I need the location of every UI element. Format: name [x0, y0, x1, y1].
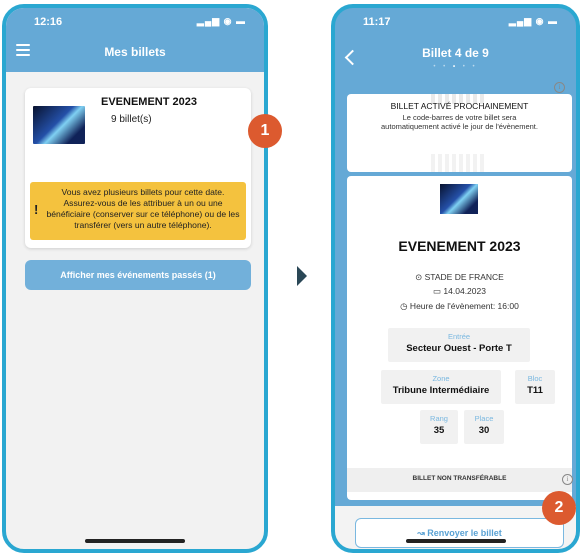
- rang-value: 35: [433, 425, 445, 436]
- step-badge-1: 1: [248, 114, 282, 148]
- ticket-title: Billet 4 de 9: [422, 46, 489, 60]
- warning-banner: ! Vous avez plusieurs billets pour cette…: [30, 182, 246, 240]
- arrow-right-icon: [297, 266, 307, 286]
- place-label: Place: [474, 414, 494, 423]
- event-time: ◷ Heure de l'évènement: 16:00: [400, 301, 519, 311]
- info-icon[interactable]: i: [554, 82, 565, 93]
- dot[interactable]: •: [443, 64, 448, 70]
- barcode-ghost: [431, 154, 487, 172]
- dot[interactable]: •: [473, 64, 478, 70]
- zone-label: Zone: [432, 374, 450, 383]
- right-phone-frame: 11:17 ▂▄▆ ◉ ▬ Billet 4 de 9 • • • • • BI…: [331, 4, 580, 553]
- dot[interactable]: •: [463, 64, 468, 70]
- status-bar: 11:17 ▂▄▆ ◉ ▬: [335, 8, 576, 32]
- zone-value: Tribune Intermédiaire: [392, 385, 490, 396]
- status-icons: ▂▄▆ ◉ ▬: [508, 16, 558, 26]
- non-transferable-bar: BILLET NON TRANSFÉRABLE: [347, 468, 572, 492]
- venue: ⊙ STADE DE FRANCE: [415, 272, 504, 282]
- dot-active[interactable]: •: [453, 64, 458, 70]
- info-icon[interactable]: i: [562, 474, 573, 485]
- home-indicator: [85, 539, 185, 543]
- zone-box: Zone Tribune Intermédiaire: [381, 370, 501, 404]
- previous-ticket-card[interactable]: BILLET ACTIVÉ PROCHAINEMENT Le code-barr…: [347, 94, 572, 172]
- place-value: 30: [478, 425, 490, 436]
- status-time: 11:17: [363, 16, 391, 28]
- entry-box: Entrée Secteur Ouest - Porte T: [388, 328, 530, 362]
- rang-box: Rang 35: [420, 410, 458, 444]
- ticket-count: 9 billet(s): [111, 114, 152, 125]
- event-date: ▭ 14.04.2023: [433, 286, 486, 296]
- rang-label: Rang: [430, 414, 448, 423]
- resend-ticket-button[interactable]: ↝ Renvoyer le billet: [355, 518, 564, 548]
- entry-value: Secteur Ouest - Porte T: [406, 343, 512, 354]
- dot[interactable]: •: [433, 64, 438, 70]
- status-bar: 12:16 ▂▄▆ ◉ ▬: [6, 8, 264, 32]
- bloc-box: Bloc T11: [515, 370, 555, 404]
- ticket-detail-card: EVENEMENT 2023 ⊙ STADE DE FRANCE ▭ 14.04…: [347, 176, 572, 500]
- page-title: Mes billets: [104, 45, 166, 59]
- entry-label: Entrée: [447, 332, 471, 341]
- bloc-value: T11: [527, 385, 543, 396]
- pagination-dots: • • • • •: [335, 64, 576, 70]
- warning-text: Vous avez plusieurs billets pour cette d…: [46, 187, 240, 230]
- ticket-card[interactable]: EVENEMENT 2023 9 billet(s) ! Vous avez p…: [25, 88, 251, 248]
- status-time: 12:16: [34, 16, 63, 28]
- bloc-label: Bloc: [527, 374, 543, 383]
- event-name: EVENEMENT 2023: [101, 96, 197, 108]
- event-thumbnail: [440, 184, 478, 214]
- activation-title: BILLET ACTIVÉ PROCHAINEMENT: [390, 101, 529, 111]
- event-thumbnail: [33, 106, 85, 144]
- status-icons: ▂▄▆ ◉ ▬: [196, 16, 246, 26]
- warning-icon: !: [34, 202, 39, 217]
- non-transferable-label: BILLET NON TRANSFÉRABLE: [412, 475, 507, 482]
- past-events-button[interactable]: Afficher mes événements passés (1): [25, 260, 251, 290]
- step-badge-2: 2: [542, 491, 576, 525]
- place-box: Place 30: [464, 410, 504, 444]
- home-indicator: [405, 539, 506, 543]
- left-phone-frame: 12:16 ▂▄▆ ◉ ▬ Mes billets EVENEMENT 2023…: [2, 4, 268, 553]
- activation-text: Le code-barres de votre billet sera auto…: [381, 113, 538, 131]
- event-name: EVENEMENT 2023: [398, 238, 521, 254]
